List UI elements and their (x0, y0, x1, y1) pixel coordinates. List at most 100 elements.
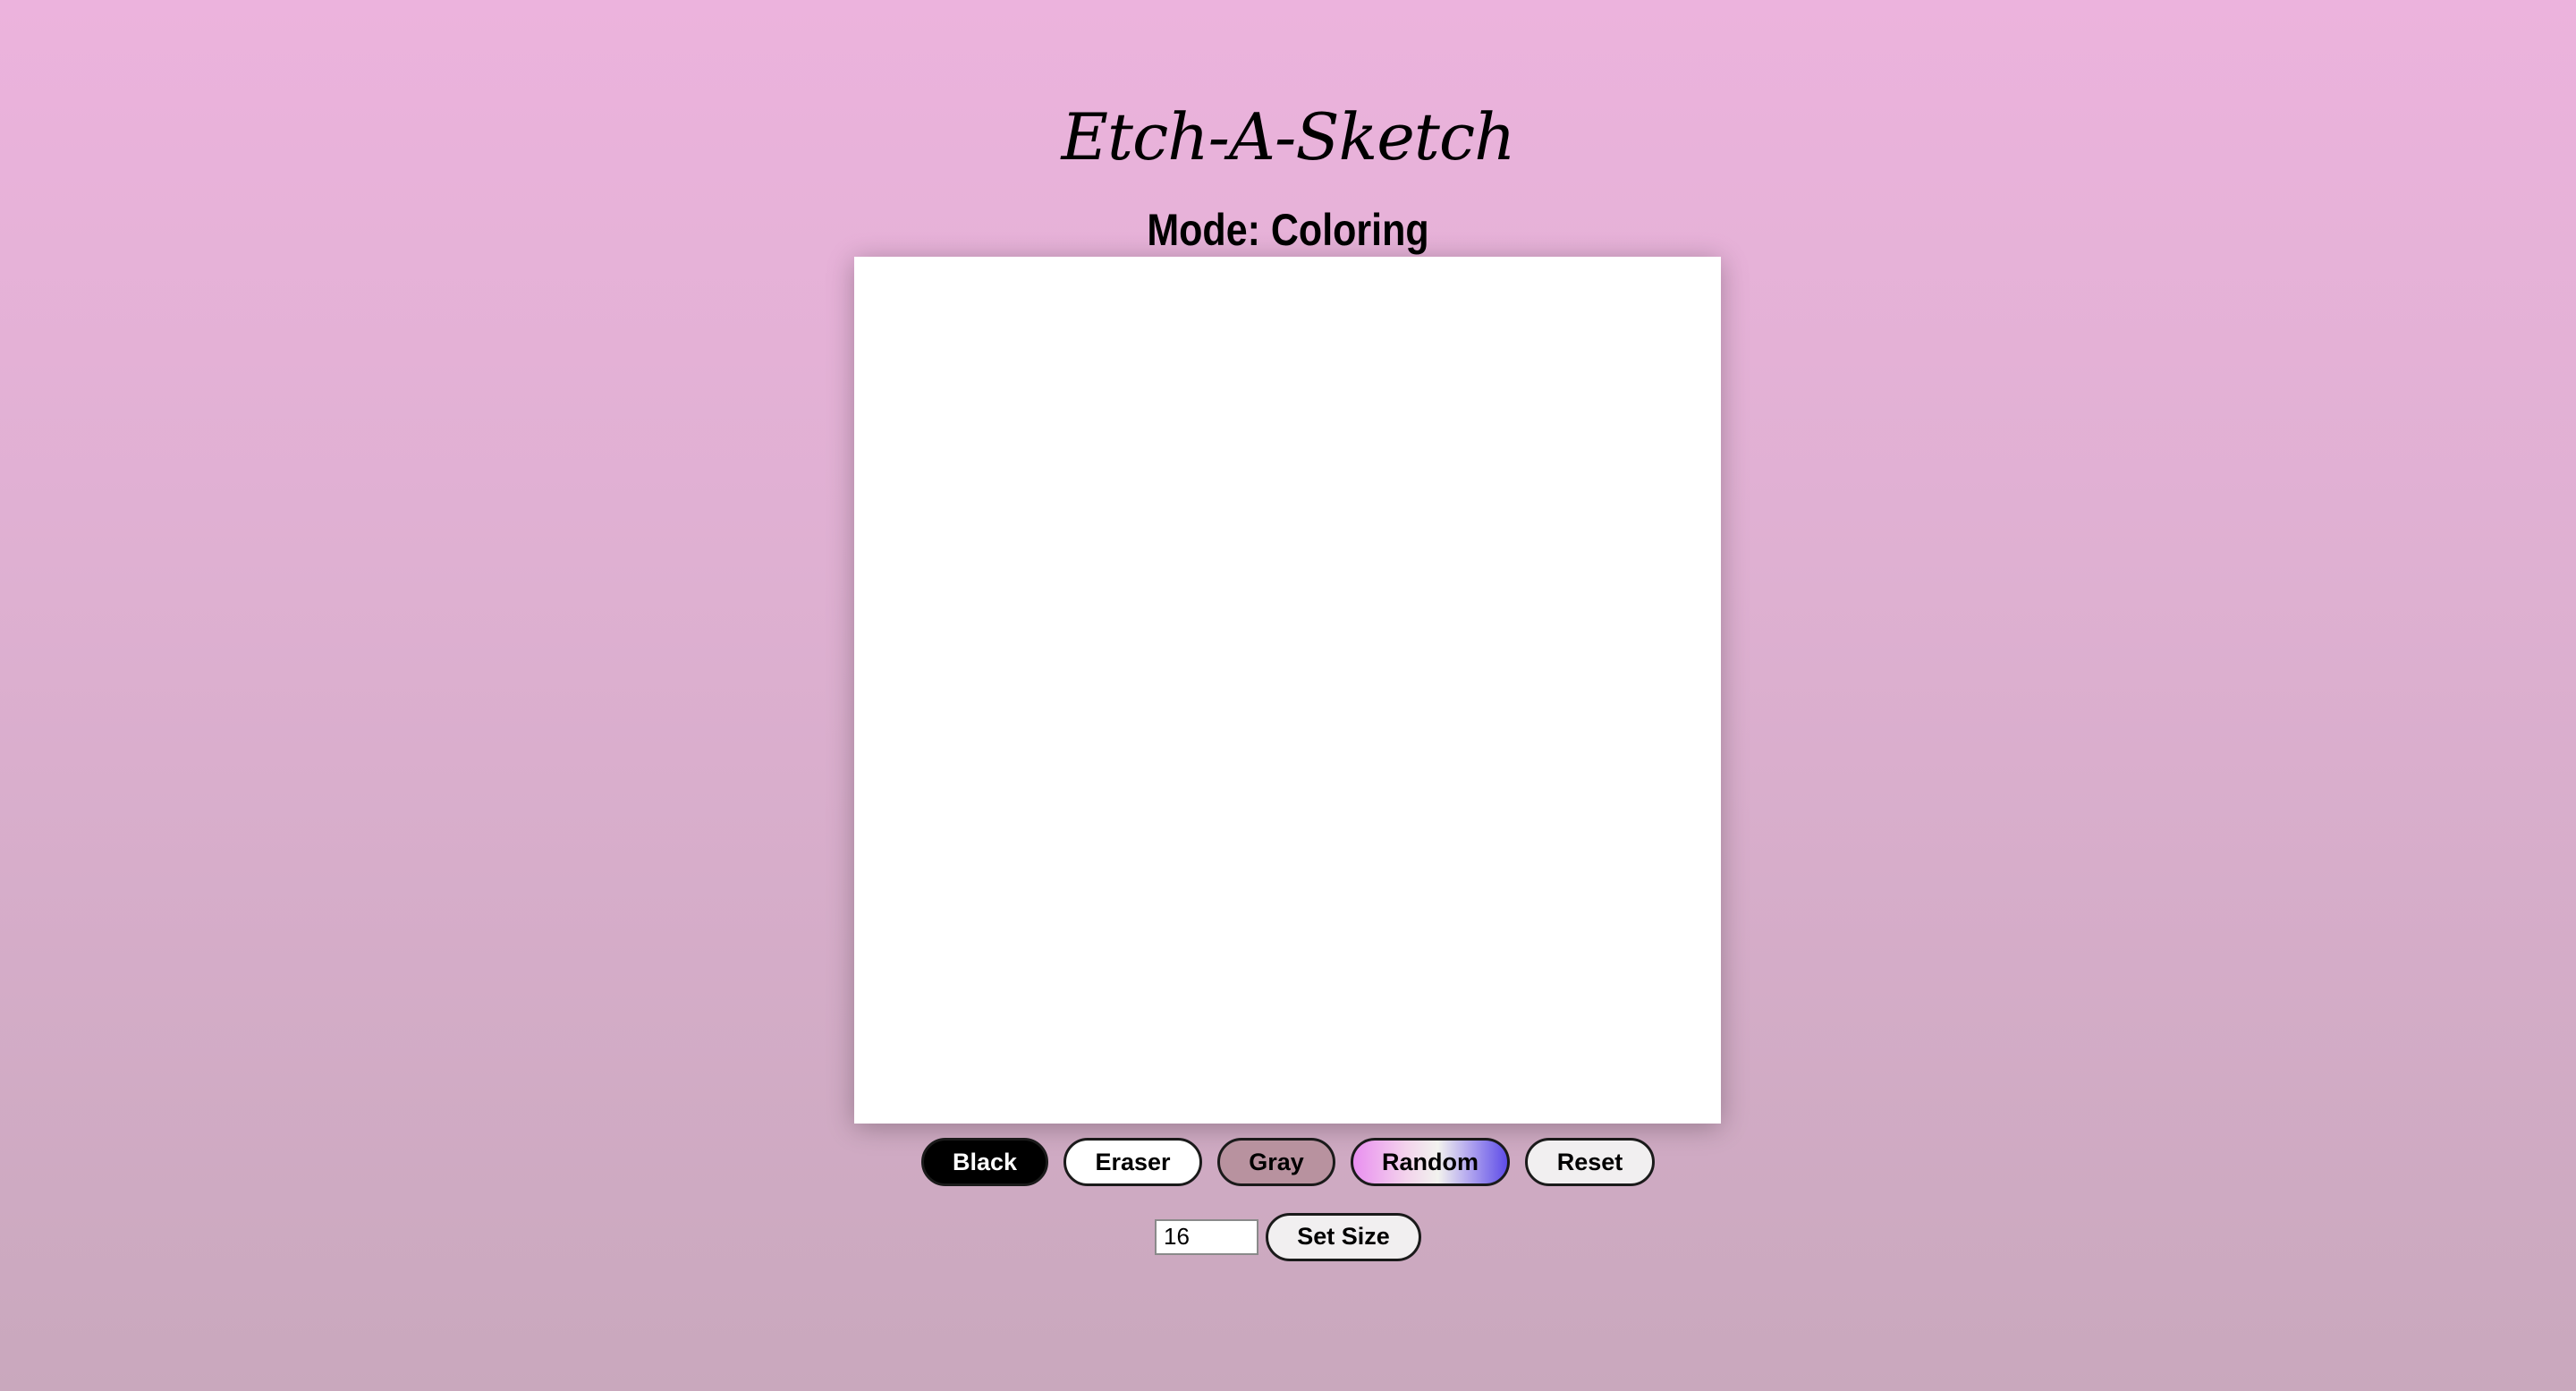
set-size-button[interactable]: Set Size (1266, 1212, 1421, 1261)
grid-cell[interactable] (1179, 473, 1233, 528)
grid-cell[interactable] (1071, 257, 1125, 311)
grid-cell[interactable] (1287, 419, 1343, 474)
grid-cell[interactable] (1342, 906, 1396, 962)
grid-cell[interactable] (1287, 1069, 1343, 1124)
grid-cell[interactable] (1287, 690, 1343, 745)
grid-cell[interactable] (1612, 310, 1667, 366)
grid-cell[interactable] (1504, 419, 1559, 474)
grid-cell[interactable] (1558, 635, 1613, 691)
grid-cell[interactable] (962, 798, 1017, 853)
grid-cell[interactable] (854, 1014, 909, 1070)
grid-cell[interactable] (1016, 310, 1072, 366)
grid-cell[interactable] (1666, 906, 1721, 962)
grid-cell[interactable] (1395, 527, 1451, 582)
grid-cell[interactable] (1233, 473, 1288, 528)
grid-cell[interactable] (1612, 744, 1667, 799)
grid-cell[interactable] (1071, 527, 1125, 582)
grid-cell[interactable] (1233, 798, 1288, 853)
grid-cell[interactable] (1071, 310, 1125, 366)
grid-cell[interactable] (1016, 798, 1072, 853)
grid-cell[interactable] (1450, 852, 1504, 907)
grid-cell[interactable] (908, 744, 963, 799)
grid-cell[interactable] (1342, 1069, 1396, 1124)
grid-cell[interactable] (962, 581, 1017, 636)
grid-cell[interactable] (1395, 961, 1451, 1015)
grid-cell[interactable] (1666, 419, 1721, 474)
grid-cell[interactable] (1612, 419, 1667, 474)
grid-cell[interactable] (962, 1069, 1017, 1124)
grid-cell[interactable] (1287, 744, 1343, 799)
grid-cell[interactable] (908, 852, 963, 907)
grid-cell[interactable] (908, 473, 963, 528)
grid-cell[interactable] (962, 310, 1017, 366)
grid-cell[interactable] (1342, 1014, 1396, 1070)
grid-cell[interactable] (1016, 365, 1072, 420)
grid-cell[interactable] (1179, 961, 1233, 1015)
eraser-button[interactable]: Eraser (1063, 1138, 1202, 1186)
black-button[interactable]: Black (921, 1138, 1048, 1186)
grid-cell[interactable] (1666, 744, 1721, 799)
grid-cell[interactable] (1395, 581, 1451, 636)
grid-cell[interactable] (1233, 257, 1288, 311)
grid-cell[interactable] (1504, 581, 1559, 636)
grid-cell[interactable] (1558, 798, 1613, 853)
grid-cell[interactable] (1124, 798, 1180, 853)
grid-cell[interactable] (1287, 581, 1343, 636)
grid-cell[interactable] (1342, 961, 1396, 1015)
grid-cell[interactable] (1287, 257, 1343, 311)
grid-cell[interactable] (1612, 581, 1667, 636)
grid-cell[interactable] (1612, 906, 1667, 962)
grid-cell[interactable] (1666, 527, 1721, 582)
grid-cell[interactable] (854, 310, 909, 366)
grid-cell[interactable] (1558, 1014, 1613, 1070)
grid-cell[interactable] (1071, 1014, 1125, 1070)
grid-cell[interactable] (1666, 852, 1721, 907)
grid-cell[interactable] (1016, 581, 1072, 636)
grid-cell[interactable] (1016, 473, 1072, 528)
grid-cell[interactable] (1179, 1069, 1233, 1124)
grid-cell[interactable] (1071, 473, 1125, 528)
grid-cell[interactable] (1342, 473, 1396, 528)
grid-cell[interactable] (1504, 527, 1559, 582)
grid-cell[interactable] (1071, 798, 1125, 853)
grid-cell[interactable] (1504, 473, 1559, 528)
grid-cell[interactable] (1504, 365, 1559, 420)
grid-cell[interactable] (1016, 852, 1072, 907)
grid-cell[interactable] (1504, 310, 1559, 366)
grid-cell[interactable] (1612, 798, 1667, 853)
grid-cell[interactable] (1395, 906, 1451, 962)
grid-cell[interactable] (1016, 1014, 1072, 1070)
grid-cell[interactable] (1450, 310, 1504, 366)
grid-cell[interactable] (908, 690, 963, 745)
grid-cell[interactable] (1395, 1069, 1451, 1124)
grid-cell[interactable] (1342, 257, 1396, 311)
grid-cell[interactable] (854, 257, 909, 311)
grid-cell[interactable] (1233, 365, 1288, 420)
grid-cell[interactable] (1395, 635, 1451, 691)
grid-cell[interactable] (1504, 257, 1559, 311)
grid-cell[interactable] (1504, 1014, 1559, 1070)
grid-cell[interactable] (1071, 365, 1125, 420)
grid-cell[interactable] (854, 1069, 909, 1124)
grid-cell[interactable] (1450, 365, 1504, 420)
grid-cell[interactable] (1287, 852, 1343, 907)
grid-cell[interactable] (1558, 310, 1613, 366)
grid-cell[interactable] (1016, 419, 1072, 474)
grid-cell[interactable] (962, 635, 1017, 691)
grid-cell[interactable] (1342, 852, 1396, 907)
grid-cell[interactable] (1287, 365, 1343, 420)
grid-cell[interactable] (1450, 690, 1504, 745)
grid-cell[interactable] (854, 798, 909, 853)
grid-cell[interactable] (1558, 365, 1613, 420)
grid-cell[interactable] (1124, 257, 1180, 311)
grid-cell[interactable] (1287, 798, 1343, 853)
grid-cell[interactable] (1179, 906, 1233, 962)
grid-cell[interactable] (1395, 310, 1451, 366)
grid-cell[interactable] (1179, 581, 1233, 636)
grid-cell[interactable] (1666, 1014, 1721, 1070)
grid-cell[interactable] (1124, 473, 1180, 528)
grid-cell[interactable] (1558, 257, 1613, 311)
grid-cell[interactable] (1395, 1014, 1451, 1070)
grid-cell[interactable] (962, 257, 1017, 311)
grid-cell[interactable] (1666, 798, 1721, 853)
